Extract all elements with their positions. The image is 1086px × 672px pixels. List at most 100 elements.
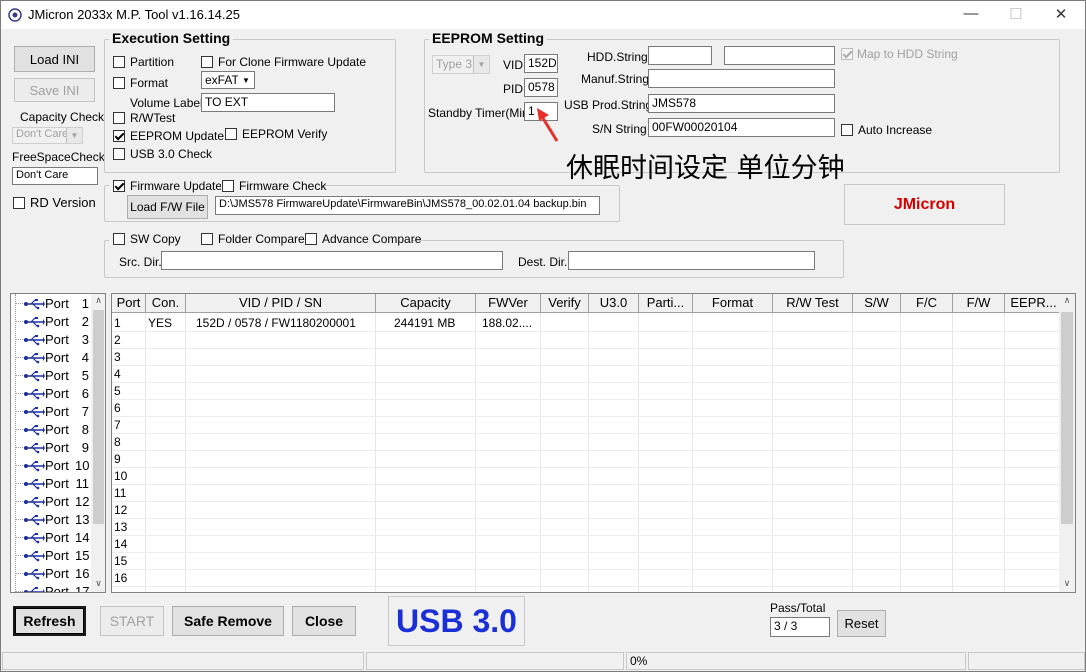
port-item[interactable]: Port 10 <box>11 457 91 475</box>
scroll-down-icon[interactable]: ∨ <box>91 578 105 589</box>
column-header[interactable]: EEPR... <box>1005 294 1063 313</box>
port-item[interactable]: Port 11 <box>11 475 91 493</box>
port-item[interactable]: Port 8 <box>11 421 91 439</box>
port-item[interactable]: Port 7 <box>11 403 91 421</box>
format-label: Format <box>130 76 169 90</box>
port-item[interactable]: Port 14 <box>11 529 91 547</box>
column-header[interactable]: U3.0 <box>589 294 639 313</box>
format-checkbox[interactable] <box>113 77 125 89</box>
usb-prod-string-field[interactable]: JMS578 <box>648 94 835 113</box>
port-item[interactable]: Port 17 <box>11 583 91 593</box>
standby-timer-label: Standby Timer(Min.) <box>428 106 537 120</box>
column-header[interactable]: Parti... <box>639 294 693 313</box>
scroll-thumb[interactable] <box>93 310 104 524</box>
firmware-check-checkbox[interactable] <box>222 180 234 192</box>
eeprom-update-checkbox[interactable] <box>113 130 125 142</box>
scroll-thumb[interactable] <box>1061 312 1073 524</box>
folder-compare-checkbox[interactable] <box>201 233 213 245</box>
dest-dir-field[interactable] <box>568 251 815 270</box>
port-item[interactable]: Port 1 <box>11 295 91 313</box>
save-ini-button[interactable]: Save INI <box>14 78 95 102</box>
table-scrollbar[interactable]: ∧ ∨ <box>1059 294 1075 592</box>
start-button[interactable]: START <box>100 606 164 636</box>
hdd-string-field-1[interactable] <box>648 46 712 65</box>
vid-field[interactable]: 152D <box>524 54 558 73</box>
capacity-check-select[interactable]: Don't Care ▼ <box>12 127 83 144</box>
reset-button[interactable]: Reset <box>837 610 886 637</box>
column-header[interactable]: Port <box>112 294 146 313</box>
map-hdd-string-checkbox[interactable] <box>841 48 853 60</box>
manuf-string-field[interactable] <box>648 69 835 88</box>
port-item[interactable]: Port 12 <box>11 493 91 511</box>
fw-path-field[interactable]: D:\JMS578 FirmwareUpdate\FirmwareBin\JMS… <box>215 196 600 215</box>
chevron-down-icon: ▼ <box>473 56 489 73</box>
hdd-string-field-2[interactable] <box>724 46 835 65</box>
jmicron-logo: JMicron <box>844 184 1005 225</box>
scroll-down-icon[interactable]: ∨ <box>1059 578 1075 589</box>
port-label: Port <box>45 584 69 593</box>
rw-test-checkbox[interactable] <box>113 112 125 124</box>
advance-compare-checkbox[interactable] <box>305 233 317 245</box>
port-item[interactable]: Port 16 <box>11 565 91 583</box>
port-number: 2 <box>81 314 89 329</box>
scroll-up-icon[interactable]: ∧ <box>1059 295 1075 306</box>
column-header[interactable]: F/W <box>953 294 1005 313</box>
port-item[interactable]: Port 2 <box>11 313 91 331</box>
column-header[interactable]: S/W <box>853 294 901 313</box>
refresh-button[interactable]: Refresh <box>13 606 86 636</box>
tree-scrollbar[interactable]: ∧ ∨ <box>91 294 105 592</box>
auto-increase-checkbox[interactable] <box>841 124 853 136</box>
column-header[interactable]: Capacity <box>376 294 476 313</box>
column-header[interactable]: R/W Test <box>773 294 853 313</box>
eeprom-verify-checkbox[interactable] <box>225 128 237 140</box>
port-item[interactable]: Port 9 <box>11 439 91 457</box>
column-header[interactable]: F/C <box>901 294 953 313</box>
column-header[interactable]: Verify <box>541 294 589 313</box>
load-fw-file-button[interactable]: Load F/W File <box>127 195 208 219</box>
clone-firmware-checkbox[interactable] <box>201 56 213 68</box>
results-table[interactable]: Port Con. VID / PID / SN Capacity FWVer Verif… <box>111 293 1076 593</box>
port-item[interactable]: Port 3 <box>11 331 91 349</box>
port-item[interactable]: Port 13 <box>11 511 91 529</box>
column-header[interactable]: Format <box>693 294 773 313</box>
pid-label: PID <box>503 82 524 96</box>
src-dir-field[interactable] <box>161 251 503 270</box>
port-number: 7 <box>81 404 89 419</box>
port-item[interactable]: Port 5 <box>11 367 91 385</box>
port-label: Port <box>45 386 69 401</box>
port-label: Port <box>45 530 69 545</box>
sn-string-field[interactable]: 00FW00020104 <box>648 118 835 137</box>
close-button[interactable]: Close <box>292 606 356 636</box>
safe-remove-button[interactable]: Safe Remove <box>172 606 284 636</box>
port-tree[interactable]: Port 1 Port 2 Port 3 Port 4 Port 5 Port 6 Port 7 Port 8… <box>10 293 106 593</box>
firmware-update-label: Firmware Update <box>130 179 223 193</box>
freespace-check-field[interactable]: Don't Care <box>12 167 98 185</box>
pid-field[interactable]: 0578 <box>524 78 558 97</box>
table-cell: 188.02.... <box>482 316 533 330</box>
port-item[interactable]: Port 6 <box>11 385 91 403</box>
maximize-icon[interactable]: ☐ <box>1006 5 1026 23</box>
partition-label: Partition <box>130 55 175 69</box>
format-fs-select[interactable]: exFAT ▼ <box>201 71 255 89</box>
minimize-icon[interactable]: — <box>961 5 981 23</box>
load-ini-button[interactable]: Load INI <box>14 46 95 72</box>
partition-checkbox[interactable] <box>113 56 125 68</box>
sw-copy-checkbox[interactable] <box>113 233 125 245</box>
firmware-update-checkbox[interactable] <box>113 180 125 192</box>
port-item[interactable]: Port 4 <box>11 349 91 367</box>
eeprom-setting-title: EEPROM Setting <box>429 30 548 46</box>
eeprom-type-select[interactable]: Type 3 ▼ <box>432 55 490 74</box>
scroll-up-icon[interactable]: ∧ <box>91 295 105 306</box>
volume-label-field[interactable]: TO EXT <box>201 93 335 112</box>
column-header[interactable]: VID / PID / SN <box>186 294 376 313</box>
port-number: 16 <box>75 566 90 581</box>
close-window-icon[interactable]: ✕ <box>1051 5 1071 23</box>
column-header[interactable]: Con. <box>146 294 186 313</box>
port-item[interactable]: Port 15 <box>11 547 91 565</box>
usb30-check-checkbox[interactable] <box>113 148 125 160</box>
app-window: JMicron 2033x M.P. Tool v1.16.14.25 — ☐ … <box>0 0 1086 672</box>
port-number: 14 <box>75 530 90 545</box>
usb30-check-label: USB 3.0 Check <box>130 147 213 161</box>
rd-version-checkbox[interactable] <box>13 197 25 209</box>
column-header[interactable]: FWVer <box>476 294 541 313</box>
